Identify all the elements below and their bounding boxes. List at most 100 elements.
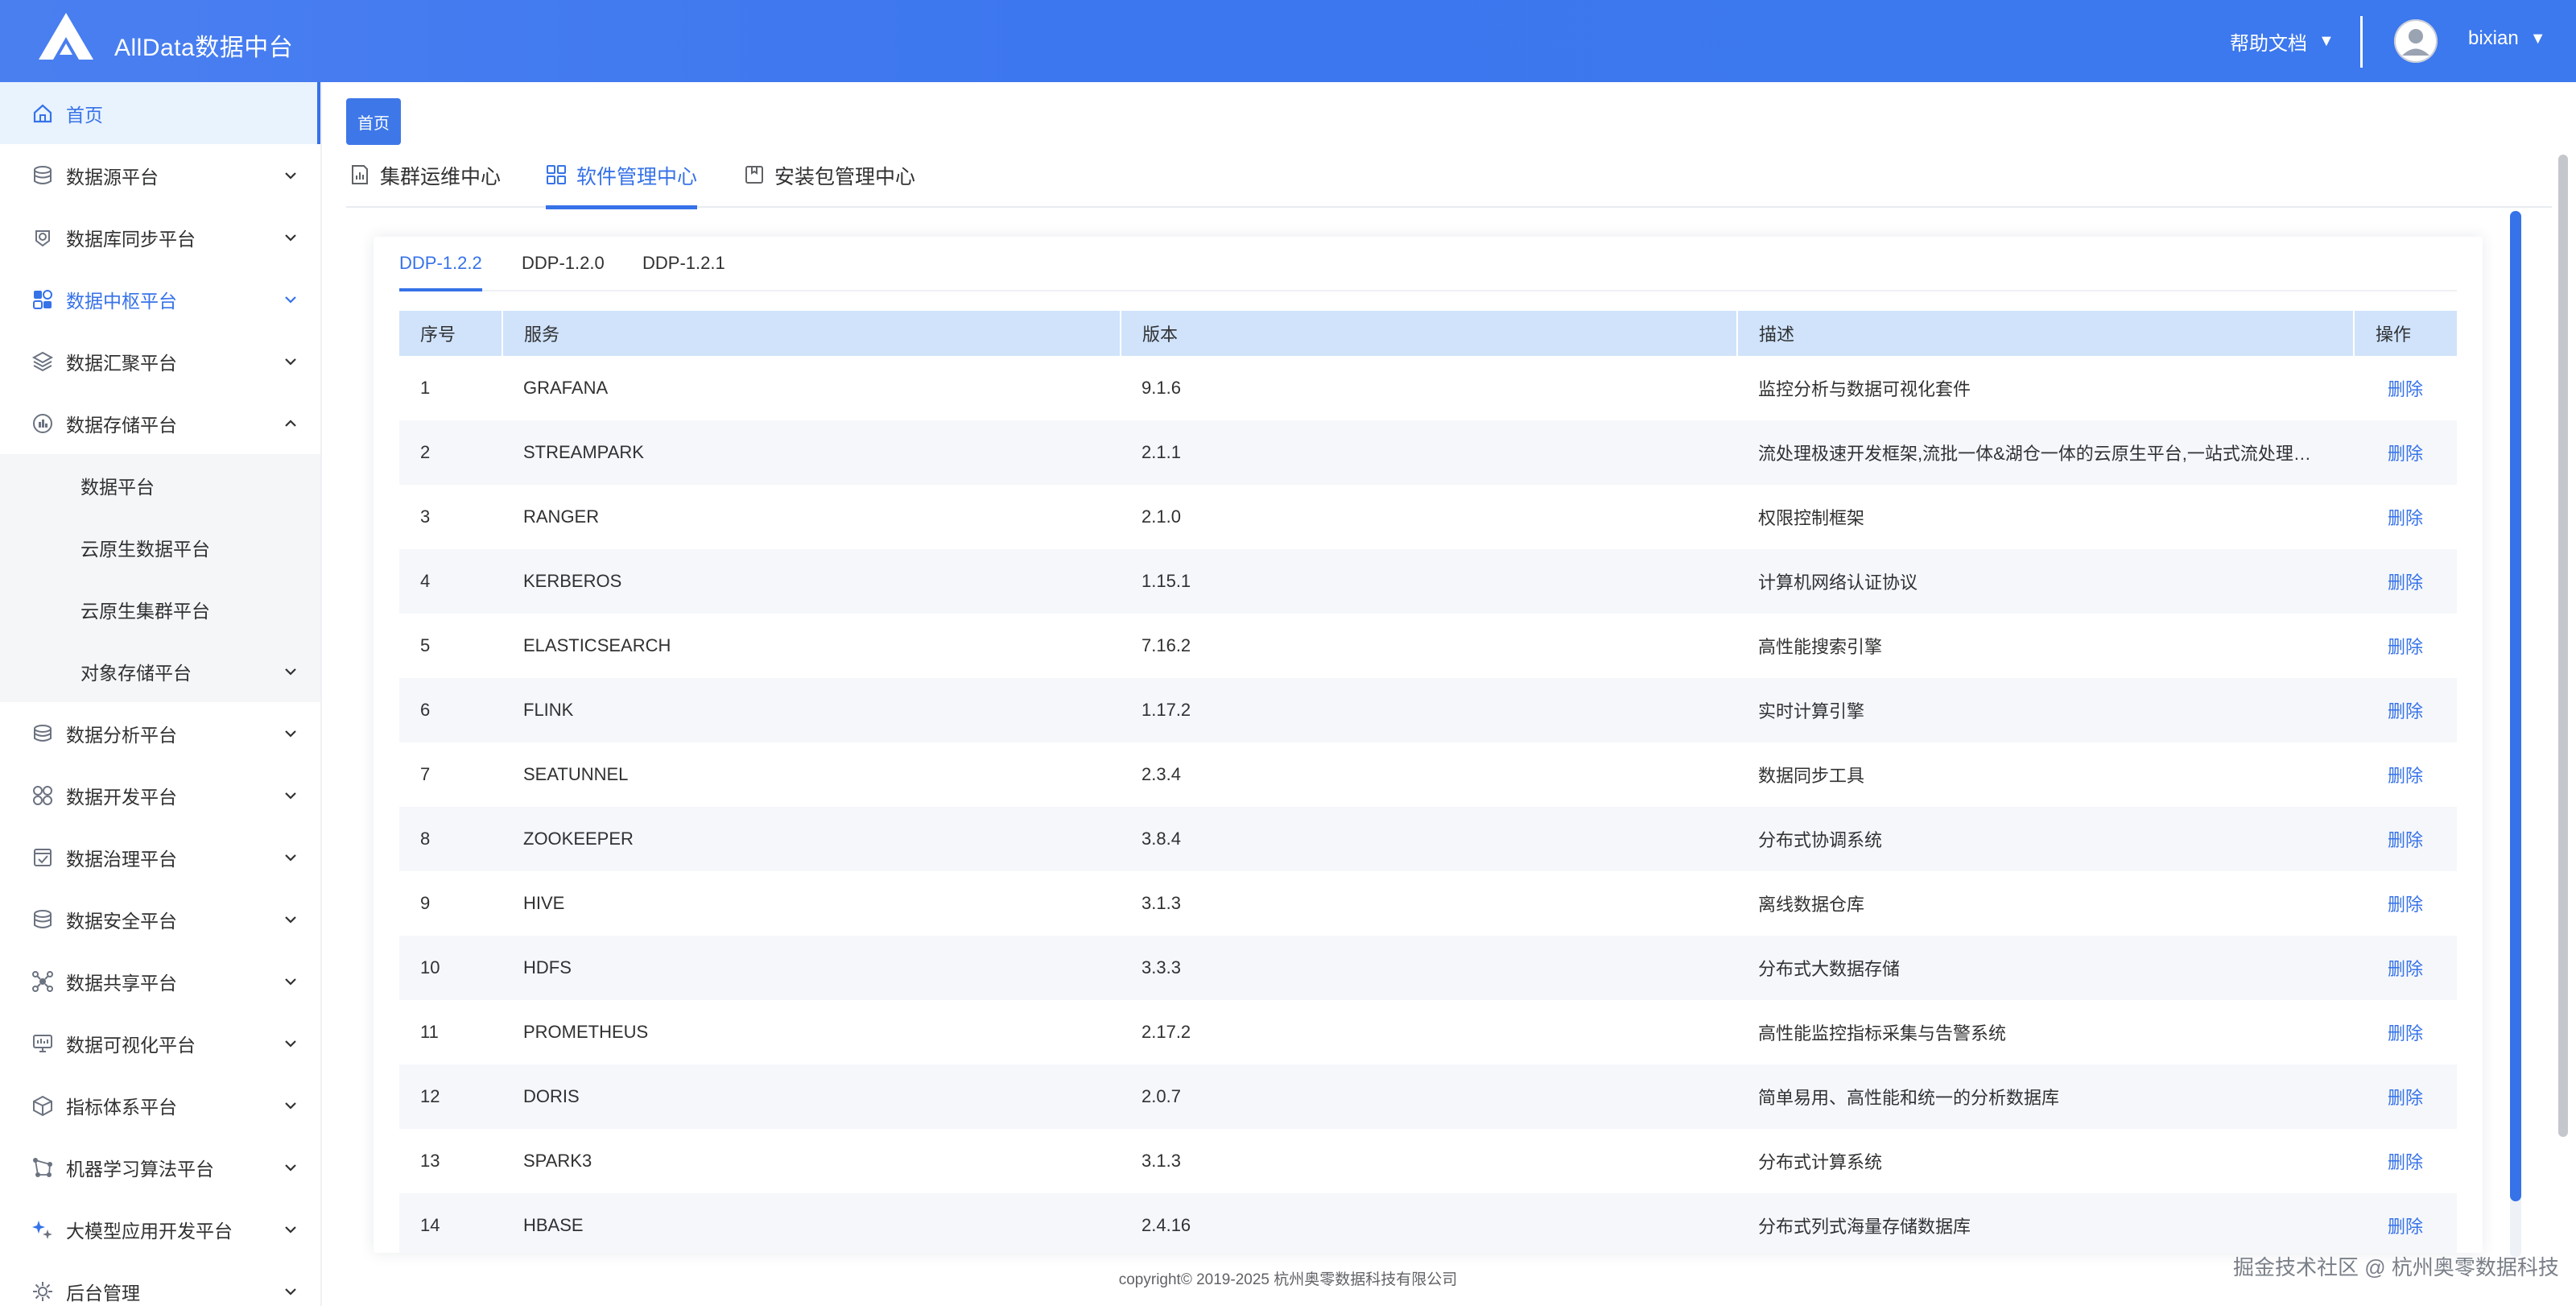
chevron-down-icon — [285, 916, 296, 924]
alldata-logo[interactable] — [37, 11, 95, 61]
service-description: 分布式协调系统 — [1737, 807, 2354, 871]
tab-software-mgmt[interactable]: 软件管理中心 — [546, 161, 698, 209]
row-number: 14 — [399, 1193, 502, 1253]
sidebar-item-label: 对象存储平台 — [80, 662, 192, 684]
service-name: GRAFANA — [523, 378, 609, 398]
sidebar-item-metrics[interactable]: 指标体系平台 — [0, 1074, 320, 1136]
chevron-down-icon — [285, 668, 296, 676]
service-name: SPARK3 — [523, 1151, 592, 1171]
service-name: HBASE — [502, 1193, 1121, 1253]
sidebar-item-development[interactable]: 数据开发平台 — [0, 764, 320, 826]
username: bixian — [2468, 27, 2519, 49]
sidebar-item-label: 数据汇聚平台 — [66, 352, 177, 374]
software-table: 序号 服务 版本 描述 操作 1 GRAFANA 9.1.6 监控分析与数据可视化套件… — [399, 311, 2457, 1253]
sidebar-item-governance[interactable]: 数据治理平台 — [0, 826, 320, 888]
metrics-icon — [31, 1093, 55, 1118]
help-docs-label: 帮助文档 — [2230, 33, 2307, 55]
apps-icon — [547, 165, 566, 184]
hub-icon — [31, 287, 55, 312]
service-description: 数据同步工具 — [1758, 766, 1865, 786]
column-header: 序号 — [399, 311, 503, 356]
service-version: 3.3.3 — [1121, 936, 1737, 1000]
main-tabs: 集群运维中心 软件管理中心 安装包管理中心 — [346, 161, 2552, 209]
user-avatar[interactable] — [2394, 19, 2438, 63]
service-description: 高性能搜索引擎 — [1758, 637, 1883, 657]
service-name: SEATUNNEL — [523, 764, 629, 784]
service-name: PROMETHEUS — [523, 1022, 649, 1042]
sidebar-item-label: 数据安全平台 — [66, 910, 177, 932]
tab-ddp-1-2-0[interactable]: DDP-1.2.0 — [522, 253, 605, 291]
table-row: 9 HIVE 3.1.3 离线数据仓库 删除 — [399, 871, 2457, 936]
delete-link[interactable]: 删除 — [2354, 678, 2457, 742]
table-row: 11 PROMETHEUS 2.17.2 高性能监控指标采集与告警系统 删除 — [399, 1000, 2457, 1064]
sidebar-item-label: 数据可视化平台 — [66, 1034, 196, 1056]
sidebar-item-label: 大模型应用开发平台 — [66, 1220, 233, 1242]
delete-link[interactable]: 删除 — [2354, 356, 2457, 420]
chevron-down-icon — [285, 1040, 296, 1048]
sidebar-item-aggregation[interactable]: 数据汇聚平台 — [0, 330, 320, 392]
app-title: AllData数据中台 — [114, 35, 294, 61]
sidebar-item-db-sync[interactable]: 数据库同步平台 — [0, 206, 320, 268]
delete-link[interactable]: 删除 — [2354, 614, 2457, 678]
delete-link[interactable]: 删除 — [2354, 1129, 2457, 1193]
sidebar-item-label: 数据平台 — [80, 476, 155, 498]
help-docs-menu[interactable]: 帮助文档 ▼ — [2230, 27, 2334, 56]
service-name: STREAMPARK — [502, 420, 1121, 485]
tab-ddp-1-2-2[interactable]: DDP-1.2.2 — [399, 253, 482, 291]
sidebar-subitem-object-storage[interactable]: 对象存储平台 — [0, 640, 320, 702]
home-icon — [31, 101, 55, 126]
tab-label: 软件管理中心 — [576, 166, 698, 188]
ai-icon — [31, 1217, 55, 1242]
home-tag[interactable]: 首页 — [346, 98, 401, 145]
tab-label: 集群运维中心 — [380, 166, 502, 188]
delete-link[interactable]: 删除 — [2354, 485, 2457, 549]
row-number: 11 — [420, 1022, 439, 1042]
chevron-down-icon — [285, 1102, 296, 1110]
tab-cluster-ops[interactable]: 集群运维中心 — [349, 161, 501, 208]
ml-icon — [31, 1155, 55, 1180]
row-number: 8 — [399, 807, 502, 871]
sidebar-item-home[interactable]: 首页 — [0, 82, 320, 144]
service-description: 监控分析与数据可视化套件 — [1758, 379, 1971, 399]
sidebar-subitem-data-platform[interactable]: 数据平台 — [0, 454, 320, 516]
sidebar-subitem-cloud-cluster-platform[interactable]: 云原生集群平台 — [0, 578, 320, 640]
delete-link[interactable]: 删除 — [2354, 871, 2457, 936]
tab-package-mgmt[interactable]: 安装包管理中心 — [744, 161, 915, 208]
delete-link[interactable]: 删除 — [2354, 1064, 2457, 1129]
sidebar-item-security[interactable]: 数据安全平台 — [0, 888, 320, 950]
sidebar-item-datasource[interactable]: 数据源平台 — [0, 144, 320, 206]
service-version: 3.1.3 — [1141, 1151, 1181, 1171]
user-menu[interactable]: bixian ▼ — [2468, 27, 2546, 50]
table-row: 10 HDFS 3.3.3 分布式大数据存储 删除 — [399, 936, 2457, 1000]
sidebar-item-label: 数据治理平台 — [66, 848, 177, 870]
page-scrollbar[interactable] — [2558, 155, 2568, 1137]
sidebar-item-visualization[interactable]: 数据可视化平台 — [0, 1012, 320, 1074]
sidebar-item-ml[interactable]: 机器学习算法平台 — [0, 1136, 320, 1198]
sidebar-item-label: 指标体系平台 — [66, 1096, 177, 1118]
delete-link[interactable]: 删除 — [2354, 742, 2457, 807]
delete-link[interactable]: 删除 — [2354, 1193, 2457, 1253]
database-icon — [31, 163, 55, 188]
sidebar-item-llm[interactable]: 大模型应用开发平台 — [0, 1198, 320, 1260]
delete-link[interactable]: 删除 — [2354, 420, 2457, 485]
sidebar-item-data-hub[interactable]: 数据中枢平台 — [0, 268, 320, 330]
content-scrollbar-thumb[interactable] — [2510, 211, 2521, 1201]
sidebar-item-sharing[interactable]: 数据共享平台 — [0, 950, 320, 1012]
row-number: 13 — [420, 1151, 440, 1171]
tab-ddp-1-2-1[interactable]: DDP-1.2.1 — [642, 253, 725, 291]
table-row: 4 KERBEROS 1.15.1 计算机网络认证协议 删除 — [399, 549, 2457, 614]
service-name: DORIS — [502, 1064, 1121, 1129]
sidebar-item-analysis[interactable]: 数据分析平台 — [0, 702, 320, 764]
service-description: 流处理极速开发框架,流批一体&湖仓一体的云原生平台,一站式流处理… — [1737, 420, 2354, 485]
table-row: 1 GRAFANA 9.1.6 监控分析与数据可视化套件 删除 — [399, 356, 2457, 420]
row-number: 12 — [399, 1064, 502, 1129]
row-number: 4 — [399, 549, 502, 614]
delete-link[interactable]: 删除 — [2354, 807, 2457, 871]
security-icon — [31, 907, 55, 932]
delete-link[interactable]: 删除 — [2354, 549, 2457, 614]
delete-link[interactable]: 删除 — [2354, 936, 2457, 1000]
delete-link[interactable]: 删除 — [2354, 1000, 2457, 1064]
service-name: RANGER — [523, 506, 600, 527]
sidebar-subitem-cloud-data-platform[interactable]: 云原生数据平台 — [0, 516, 320, 578]
sidebar-item-storage[interactable]: 数据存储平台 — [0, 392, 320, 454]
